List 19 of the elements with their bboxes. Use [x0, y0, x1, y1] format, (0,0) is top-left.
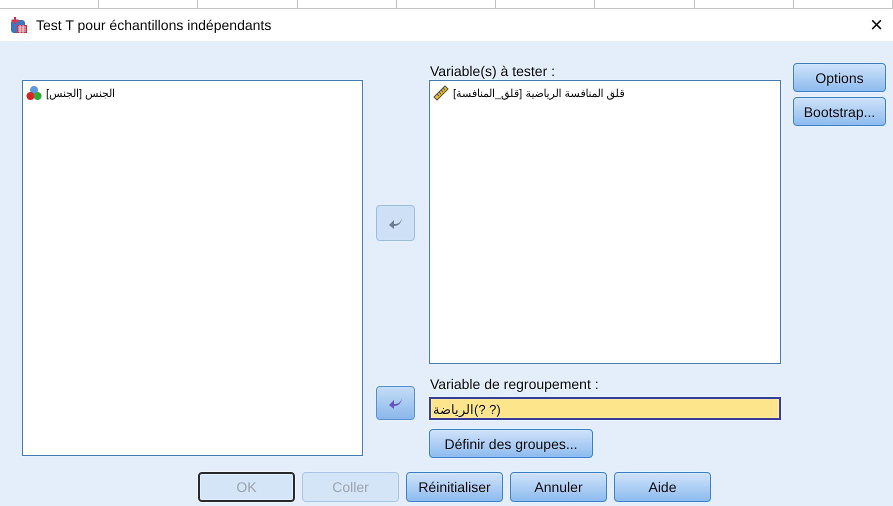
dialog-button[interactable]: Réinitialiser	[406, 472, 503, 502]
field-label: Variable(s) à tester :	[430, 63, 556, 80]
test-variable-list[interactable]: قلق المنافسة الرياضية [قلق_المنافسة]	[429, 80, 781, 364]
side-button[interactable]: Options	[793, 63, 886, 92]
define-groups-button[interactable]: Définir des groupes...	[429, 429, 593, 458]
variable-item[interactable]: الجنس [الجنس]	[46, 86, 116, 100]
ruler-icon	[433, 85, 449, 101]
grouping-variable-field[interactable]: الرياضة(? ?)	[429, 397, 781, 420]
dialog-button[interactable]: Annuler	[510, 472, 607, 502]
close-button[interactable]: ×	[870, 14, 883, 36]
field-label: Variable de regroupement :	[430, 376, 600, 393]
side-button[interactable]: Bootstrap...	[793, 97, 886, 126]
app-icon	[10, 16, 28, 34]
variable-list[interactable]: الجنس [الجنس]	[22, 80, 363, 456]
move-arrow-button[interactable]	[376, 386, 415, 420]
window-title: Test T pour échantillons indépendants	[36, 17, 272, 33]
variable-item[interactable]: قلق المنافسة الرياضية [قلق_المنافسة]	[453, 86, 624, 100]
dialog-button[interactable]: Aide	[614, 472, 711, 502]
nominal-variable-icon	[26, 85, 42, 101]
